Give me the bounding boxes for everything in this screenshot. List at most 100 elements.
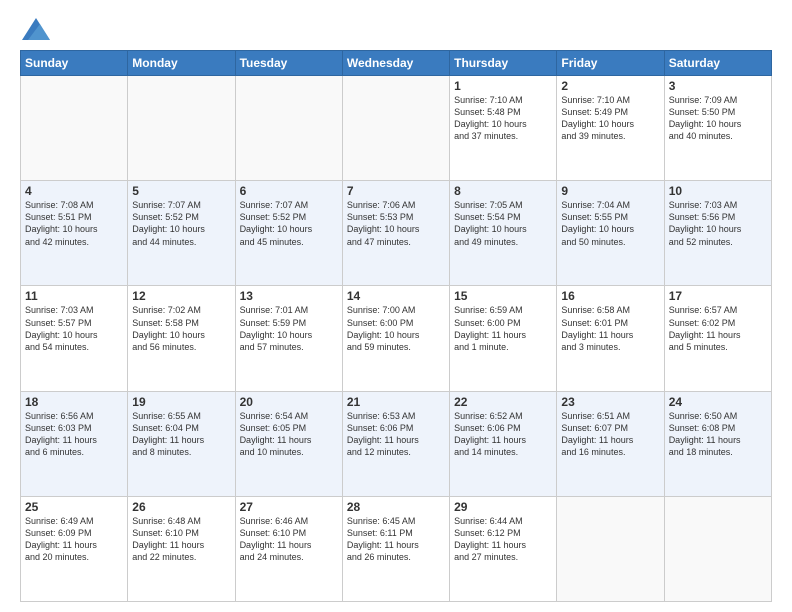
calendar-day-cell: 9Sunrise: 7:04 AM Sunset: 5:55 PM Daylig…: [557, 181, 664, 286]
calendar-day-cell: [342, 76, 449, 181]
calendar-day-cell: 15Sunrise: 6:59 AM Sunset: 6:00 PM Dayli…: [450, 286, 557, 391]
day-number: 6: [240, 184, 338, 198]
weekday-header: Monday: [128, 51, 235, 76]
day-number: 18: [25, 395, 123, 409]
calendar-week-row: 11Sunrise: 7:03 AM Sunset: 5:57 PM Dayli…: [21, 286, 772, 391]
calendar-week-row: 4Sunrise: 7:08 AM Sunset: 5:51 PM Daylig…: [21, 181, 772, 286]
day-number: 12: [132, 289, 230, 303]
calendar-day-cell: 24Sunrise: 6:50 AM Sunset: 6:08 PM Dayli…: [664, 391, 771, 496]
day-info: Sunrise: 7:03 AM Sunset: 5:57 PM Dayligh…: [25, 304, 123, 353]
calendar-week-row: 18Sunrise: 6:56 AM Sunset: 6:03 PM Dayli…: [21, 391, 772, 496]
calendar-day-cell: 6Sunrise: 7:07 AM Sunset: 5:52 PM Daylig…: [235, 181, 342, 286]
day-number: 10: [669, 184, 767, 198]
day-info: Sunrise: 7:09 AM Sunset: 5:50 PM Dayligh…: [669, 94, 767, 143]
day-info: Sunrise: 7:01 AM Sunset: 5:59 PM Dayligh…: [240, 304, 338, 353]
calendar-day-cell: 29Sunrise: 6:44 AM Sunset: 6:12 PM Dayli…: [450, 496, 557, 601]
calendar-day-cell: 23Sunrise: 6:51 AM Sunset: 6:07 PM Dayli…: [557, 391, 664, 496]
calendar-day-cell: 17Sunrise: 6:57 AM Sunset: 6:02 PM Dayli…: [664, 286, 771, 391]
day-info: Sunrise: 6:48 AM Sunset: 6:10 PM Dayligh…: [132, 515, 230, 564]
calendar-day-cell: 22Sunrise: 6:52 AM Sunset: 6:06 PM Dayli…: [450, 391, 557, 496]
header: [20, 18, 772, 40]
calendar-day-cell: 12Sunrise: 7:02 AM Sunset: 5:58 PM Dayli…: [128, 286, 235, 391]
day-number: 15: [454, 289, 552, 303]
day-info: Sunrise: 6:54 AM Sunset: 6:05 PM Dayligh…: [240, 410, 338, 459]
calendar-day-cell: 2Sunrise: 7:10 AM Sunset: 5:49 PM Daylig…: [557, 76, 664, 181]
day-number: 7: [347, 184, 445, 198]
day-info: Sunrise: 6:56 AM Sunset: 6:03 PM Dayligh…: [25, 410, 123, 459]
calendar-week-row: 1Sunrise: 7:10 AM Sunset: 5:48 PM Daylig…: [21, 76, 772, 181]
day-info: Sunrise: 7:08 AM Sunset: 5:51 PM Dayligh…: [25, 199, 123, 248]
day-number: 23: [561, 395, 659, 409]
day-number: 24: [669, 395, 767, 409]
calendar-day-cell: 26Sunrise: 6:48 AM Sunset: 6:10 PM Dayli…: [128, 496, 235, 601]
day-info: Sunrise: 6:52 AM Sunset: 6:06 PM Dayligh…: [454, 410, 552, 459]
calendar-day-cell: 5Sunrise: 7:07 AM Sunset: 5:52 PM Daylig…: [128, 181, 235, 286]
weekday-header: Thursday: [450, 51, 557, 76]
day-number: 16: [561, 289, 659, 303]
calendar-day-cell: 3Sunrise: 7:09 AM Sunset: 5:50 PM Daylig…: [664, 76, 771, 181]
calendar-day-cell: [664, 496, 771, 601]
day-number: 26: [132, 500, 230, 514]
day-info: Sunrise: 6:46 AM Sunset: 6:10 PM Dayligh…: [240, 515, 338, 564]
logo-icon: [22, 18, 50, 40]
day-number: 17: [669, 289, 767, 303]
day-number: 1: [454, 79, 552, 93]
calendar-day-cell: [128, 76, 235, 181]
calendar-day-cell: 13Sunrise: 7:01 AM Sunset: 5:59 PM Dayli…: [235, 286, 342, 391]
day-number: 29: [454, 500, 552, 514]
day-number: 3: [669, 79, 767, 93]
weekday-header: Wednesday: [342, 51, 449, 76]
calendar-day-cell: 1Sunrise: 7:10 AM Sunset: 5:48 PM Daylig…: [450, 76, 557, 181]
day-info: Sunrise: 7:07 AM Sunset: 5:52 PM Dayligh…: [240, 199, 338, 248]
calendar-day-cell: 14Sunrise: 7:00 AM Sunset: 6:00 PM Dayli…: [342, 286, 449, 391]
logo: [20, 18, 50, 40]
day-number: 11: [25, 289, 123, 303]
day-info: Sunrise: 6:55 AM Sunset: 6:04 PM Dayligh…: [132, 410, 230, 459]
day-info: Sunrise: 7:02 AM Sunset: 5:58 PM Dayligh…: [132, 304, 230, 353]
calendar-header-row: SundayMondayTuesdayWednesdayThursdayFrid…: [21, 51, 772, 76]
calendar-day-cell: 18Sunrise: 6:56 AM Sunset: 6:03 PM Dayli…: [21, 391, 128, 496]
day-info: Sunrise: 6:57 AM Sunset: 6:02 PM Dayligh…: [669, 304, 767, 353]
calendar-week-row: 25Sunrise: 6:49 AM Sunset: 6:09 PM Dayli…: [21, 496, 772, 601]
day-info: Sunrise: 6:58 AM Sunset: 6:01 PM Dayligh…: [561, 304, 659, 353]
calendar-day-cell: 7Sunrise: 7:06 AM Sunset: 5:53 PM Daylig…: [342, 181, 449, 286]
day-number: 8: [454, 184, 552, 198]
calendar-day-cell: 16Sunrise: 6:58 AM Sunset: 6:01 PM Dayli…: [557, 286, 664, 391]
day-number: 28: [347, 500, 445, 514]
day-info: Sunrise: 6:45 AM Sunset: 6:11 PM Dayligh…: [347, 515, 445, 564]
weekday-header: Sunday: [21, 51, 128, 76]
day-number: 21: [347, 395, 445, 409]
page: SundayMondayTuesdayWednesdayThursdayFrid…: [0, 0, 792, 612]
calendar-day-cell: [235, 76, 342, 181]
calendar-day-cell: 28Sunrise: 6:45 AM Sunset: 6:11 PM Dayli…: [342, 496, 449, 601]
weekday-header: Saturday: [664, 51, 771, 76]
day-info: Sunrise: 7:00 AM Sunset: 6:00 PM Dayligh…: [347, 304, 445, 353]
calendar-day-cell: 11Sunrise: 7:03 AM Sunset: 5:57 PM Dayli…: [21, 286, 128, 391]
calendar-day-cell: 19Sunrise: 6:55 AM Sunset: 6:04 PM Dayli…: [128, 391, 235, 496]
day-number: 5: [132, 184, 230, 198]
calendar-day-cell: 10Sunrise: 7:03 AM Sunset: 5:56 PM Dayli…: [664, 181, 771, 286]
day-info: Sunrise: 7:06 AM Sunset: 5:53 PM Dayligh…: [347, 199, 445, 248]
calendar-day-cell: 27Sunrise: 6:46 AM Sunset: 6:10 PM Dayli…: [235, 496, 342, 601]
day-number: 25: [25, 500, 123, 514]
day-info: Sunrise: 6:44 AM Sunset: 6:12 PM Dayligh…: [454, 515, 552, 564]
day-number: 4: [25, 184, 123, 198]
day-number: 13: [240, 289, 338, 303]
day-number: 20: [240, 395, 338, 409]
day-info: Sunrise: 6:51 AM Sunset: 6:07 PM Dayligh…: [561, 410, 659, 459]
day-number: 2: [561, 79, 659, 93]
calendar-day-cell: 8Sunrise: 7:05 AM Sunset: 5:54 PM Daylig…: [450, 181, 557, 286]
calendar-day-cell: [557, 496, 664, 601]
day-info: Sunrise: 7:03 AM Sunset: 5:56 PM Dayligh…: [669, 199, 767, 248]
day-number: 19: [132, 395, 230, 409]
day-info: Sunrise: 7:10 AM Sunset: 5:49 PM Dayligh…: [561, 94, 659, 143]
day-info: Sunrise: 7:10 AM Sunset: 5:48 PM Dayligh…: [454, 94, 552, 143]
day-info: Sunrise: 6:53 AM Sunset: 6:06 PM Dayligh…: [347, 410, 445, 459]
day-info: Sunrise: 7:05 AM Sunset: 5:54 PM Dayligh…: [454, 199, 552, 248]
day-number: 14: [347, 289, 445, 303]
day-info: Sunrise: 7:04 AM Sunset: 5:55 PM Dayligh…: [561, 199, 659, 248]
weekday-header: Tuesday: [235, 51, 342, 76]
weekday-header: Friday: [557, 51, 664, 76]
calendar-day-cell: 20Sunrise: 6:54 AM Sunset: 6:05 PM Dayli…: [235, 391, 342, 496]
calendar-day-cell: 4Sunrise: 7:08 AM Sunset: 5:51 PM Daylig…: [21, 181, 128, 286]
